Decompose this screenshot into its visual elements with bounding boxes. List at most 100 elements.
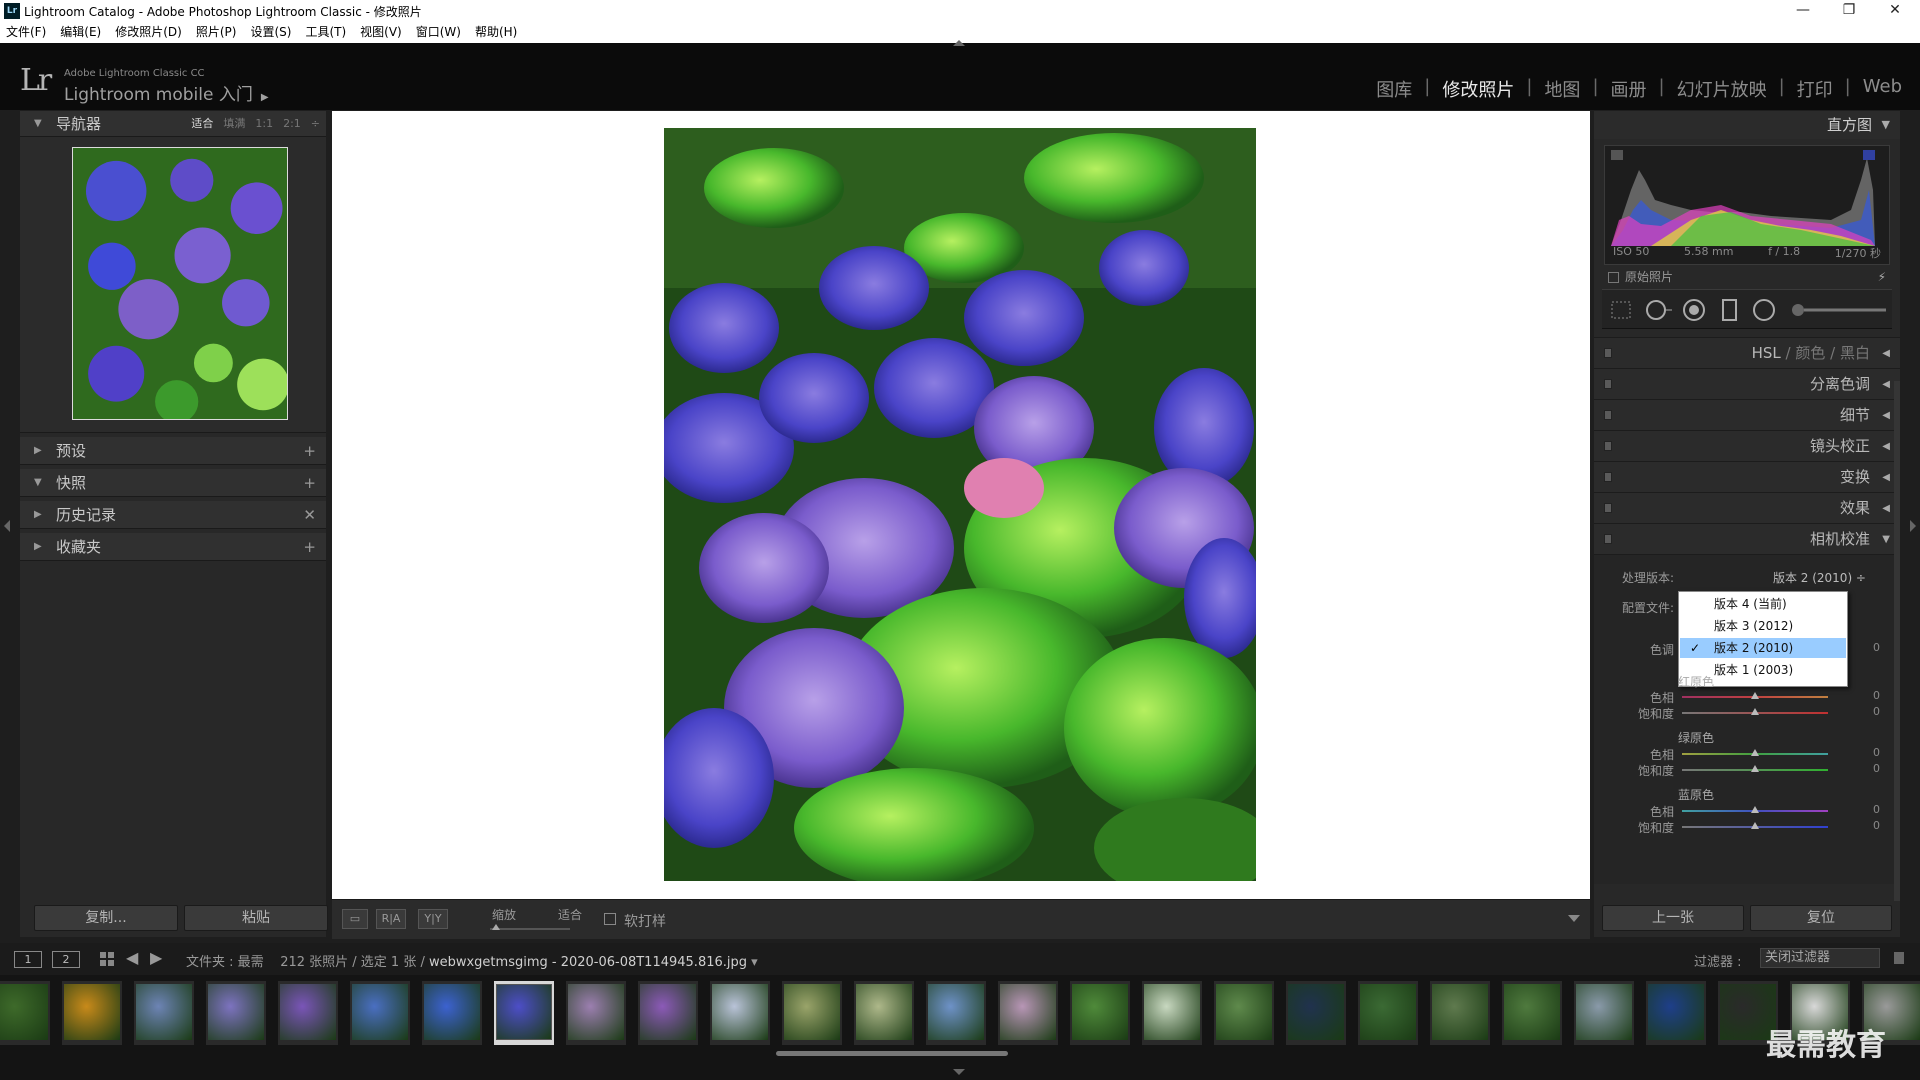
process-version-dropdown[interactable]: 版本 2 (2010) ÷ [1773,569,1866,586]
transform-header[interactable]: 变换 ◀ [1594,461,1900,492]
navigator-photo[interactable] [72,147,288,420]
filmstrip-thumb[interactable] [1142,981,1202,1045]
grid-view-icon[interactable] [100,952,114,966]
green-saturation-handle[interactable] [1751,765,1759,772]
filmstrip-thumb[interactable] [566,981,626,1045]
filmstrip-thumb[interactable] [1070,981,1130,1045]
camera-calibration-header[interactable]: 相机校准 ▼ [1594,523,1900,554]
filmstrip-thumb[interactable] [206,981,266,1045]
source-dropdown-icon[interactable]: ▾ [751,955,758,970]
filmstrip-thumb[interactable] [134,981,194,1045]
filmstrip-thumb[interactable] [854,981,914,1045]
version-4-option[interactable]: 版本 4 (当前) [1680,594,1846,614]
version-2-option[interactable]: ✓ 版本 2 (2010) [1680,638,1846,658]
filmstrip-thumb[interactable] [1358,981,1418,1045]
green-hue-handle[interactable] [1751,749,1759,756]
hsl-header[interactable]: HSL / 颜色 / 黑白 ◀ [1594,337,1900,368]
blue-saturation-handle[interactable] [1751,822,1759,829]
detail-header[interactable]: 细节 ◀ [1594,399,1900,430]
menu-window[interactable]: 窗口(W) [416,22,461,43]
history-header[interactable]: ▶ 历史记录 ✕ [20,501,326,529]
panel-switch-icon[interactable] [1604,379,1612,389]
menu-view[interactable]: 视图(V) [360,22,402,43]
adjustment-brush-icon[interactable] [1790,300,1890,320]
filmstrip-thumb[interactable] [1574,981,1634,1045]
radial-filter-icon[interactable] [1752,298,1776,322]
filmstrip-thumb[interactable] [926,981,986,1045]
before-after-lr-button[interactable]: R|A [376,909,406,929]
main-photo[interactable] [664,128,1256,881]
add-preset-icon[interactable]: + [303,437,316,465]
zoom-fit[interactable]: 适合 [191,111,213,137]
crop-overlay-icon[interactable] [1610,300,1632,320]
filmstrip-thumb[interactable] [62,981,122,1045]
right-panel-scrollbar[interactable] [1894,381,1900,901]
menu-tools[interactable]: 工具(T) [305,22,346,43]
graduated-filter-icon[interactable] [1720,298,1740,322]
zoom-1-1[interactable]: 1:1 [255,111,273,137]
highlight-clip-indicator[interactable] [1863,150,1875,160]
filmstrip-thumb[interactable] [1286,981,1346,1045]
filter-lock-icon[interactable] [1894,952,1904,964]
main-window-button[interactable]: 1 [14,951,42,968]
shadow-clip-indicator[interactable] [1611,150,1623,160]
lens-corrections-header[interactable]: 镜头校正 ◀ [1594,430,1900,461]
zoom-fill[interactable]: 填满 [223,111,245,137]
close-button[interactable]: ✕ [1872,0,1918,22]
clear-history-icon[interactable]: ✕ [303,501,316,529]
previous-button[interactable]: 上一张 [1602,905,1744,931]
filmstrip-thumb[interactable] [710,981,770,1045]
panel-switch-icon[interactable] [1604,348,1612,358]
menu-develop[interactable]: 修改照片(D) [115,22,182,43]
presets-header[interactable]: ▶ 预设 + [20,437,326,465]
panel-switch-icon[interactable] [1604,410,1612,420]
navigator-preview[interactable] [20,137,326,433]
menu-file[interactable]: 文件(F) [6,22,46,43]
add-snapshot-icon[interactable]: + [303,469,316,497]
paste-settings-button[interactable]: 粘贴 [184,905,328,931]
filmstrip-thumb[interactable] [1646,981,1706,1045]
back-arrow-icon[interactable]: ◀ [126,948,138,967]
filmstrip-thumb[interactable] [0,981,50,1045]
effects-header[interactable]: 效果 ◀ [1594,492,1900,523]
histogram-header[interactable]: 直方图 ▼ [1594,111,1900,139]
red-hue-handle[interactable] [1751,692,1759,699]
blue-hue-handle[interactable] [1751,806,1759,813]
collapse-left-panel-arrow[interactable] [4,520,10,532]
version-3-option[interactable]: 版本 3 (2012) [1680,616,1846,636]
spot-removal-icon[interactable] [1644,298,1674,322]
forward-arrow-icon[interactable]: ▶ [150,948,162,967]
secondary-window-button[interactable]: 2 [52,951,80,968]
softproof-checkbox[interactable] [604,913,616,925]
menu-edit[interactable]: 编辑(E) [60,22,101,43]
module-web[interactable]: Web [1855,76,1910,102]
menu-help[interactable]: 帮助(H) [475,22,517,43]
filmstrip-thumb[interactable] [782,981,842,1045]
filmstrip-thumb[interactable] [278,981,338,1045]
filter-dropdown[interactable]: 关闭过滤器 [1760,948,1880,968]
filmstrip-thumb[interactable] [1430,981,1490,1045]
module-map[interactable]: 地图 [1536,76,1588,102]
toolbar-content-dropdown[interactable] [1568,915,1580,922]
filmstrip-thumb[interactable] [1502,981,1562,1045]
navigator-header[interactable]: ▼ 导航器 适合 填满 1:1 2:1 ÷ [20,111,326,137]
collapse-right-panel-arrow[interactable] [1910,520,1916,532]
filmstrip-thumb[interactable] [494,981,554,1045]
menu-photo[interactable]: 照片(P) [196,22,237,43]
histogram[interactable]: ISO 50 5.58 mm f / 1.8 1/270 秒 [1604,145,1890,265]
restore-button[interactable]: ❐ [1826,0,1872,22]
add-collection-icon[interactable]: + [303,533,316,561]
before-after-tb-button[interactable]: Y|Y [418,909,448,929]
split-toning-header[interactable]: 分离色调 ◀ [1594,368,1900,399]
module-slideshow[interactable]: 幻灯片放映 [1669,76,1775,102]
bw-tab[interactable]: 黑白 [1840,344,1870,362]
filmstrip-thumb[interactable] [350,981,410,1045]
zoom-more[interactable]: ÷ [311,111,320,137]
panel-switch-icon[interactable] [1604,503,1612,513]
collapse-filmstrip-arrow[interactable] [953,1069,965,1075]
zoom-slider[interactable] [490,928,570,930]
red-eye-icon[interactable] [1682,298,1706,322]
module-book[interactable]: 画册 [1603,76,1655,102]
collections-header[interactable]: ▶ 收藏夹 + [20,533,326,561]
filmstrip-thumb[interactable] [638,981,698,1045]
